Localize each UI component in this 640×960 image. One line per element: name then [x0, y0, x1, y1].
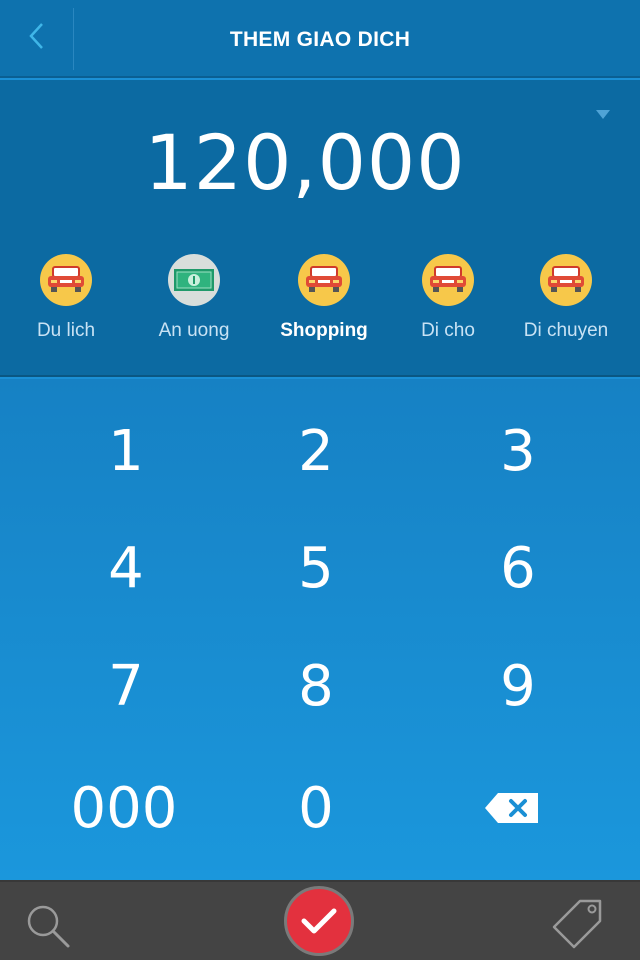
key-9[interactable]: 9	[418, 631, 618, 741]
key-7[interactable]: 7	[26, 631, 226, 741]
money-icon	[168, 254, 220, 306]
category-shopping[interactable]: Shopping	[264, 254, 384, 342]
search-icon	[27, 905, 70, 948]
category-du-lich[interactable]: Du lich	[6, 254, 126, 342]
car-icon	[540, 254, 592, 306]
category-di-chuyen[interactable]: Di chuyen	[506, 254, 626, 342]
search-button[interactable]	[22, 900, 74, 952]
backspace-icon	[485, 793, 538, 823]
backspace-button[interactable]	[412, 753, 612, 863]
key-4[interactable]: 4	[26, 513, 226, 623]
key-8[interactable]: 8	[216, 631, 416, 741]
key-2[interactable]: 2	[216, 396, 416, 506]
confirm-button[interactable]	[284, 886, 354, 956]
category-label: Di chuyen	[523, 320, 609, 341]
key-0[interactable]: 0	[216, 753, 416, 863]
key-000[interactable]: 000	[24, 753, 224, 863]
car-icon	[298, 254, 350, 306]
category-label: Di cho	[421, 320, 475, 341]
category-an-uong[interactable]: An uong	[134, 254, 254, 342]
key-5[interactable]: 5	[216, 513, 416, 623]
header-bar: THEM GIAO DICH	[0, 0, 640, 78]
category-di-cho[interactable]: Di cho	[388, 254, 508, 342]
category-label: An uong	[158, 320, 230, 341]
car-icon	[40, 254, 92, 306]
tag-icon	[552, 899, 602, 949]
category-label: Shopping	[280, 320, 368, 341]
page-title: THEM GIAO DICH	[229, 28, 411, 51]
category-label: Du lich	[36, 320, 96, 341]
key-3[interactable]: 3	[418, 396, 618, 506]
amount-panel: 120,000 Du lich An uong Shopping Di cho …	[0, 80, 640, 377]
number-keypad: 1 2 3 4 5 6 7 8 9 000 0	[0, 379, 640, 880]
key-1[interactable]: 1	[26, 396, 226, 506]
amount-display: 120,000	[144, 118, 466, 207]
check-icon	[301, 908, 337, 934]
category-list: Du lich An uong Shopping Di cho Di chuye…	[0, 254, 640, 354]
car-icon	[422, 254, 474, 306]
tag-button[interactable]	[550, 896, 606, 952]
bottom-toolbar	[0, 880, 640, 960]
key-6[interactable]: 6	[418, 513, 618, 623]
